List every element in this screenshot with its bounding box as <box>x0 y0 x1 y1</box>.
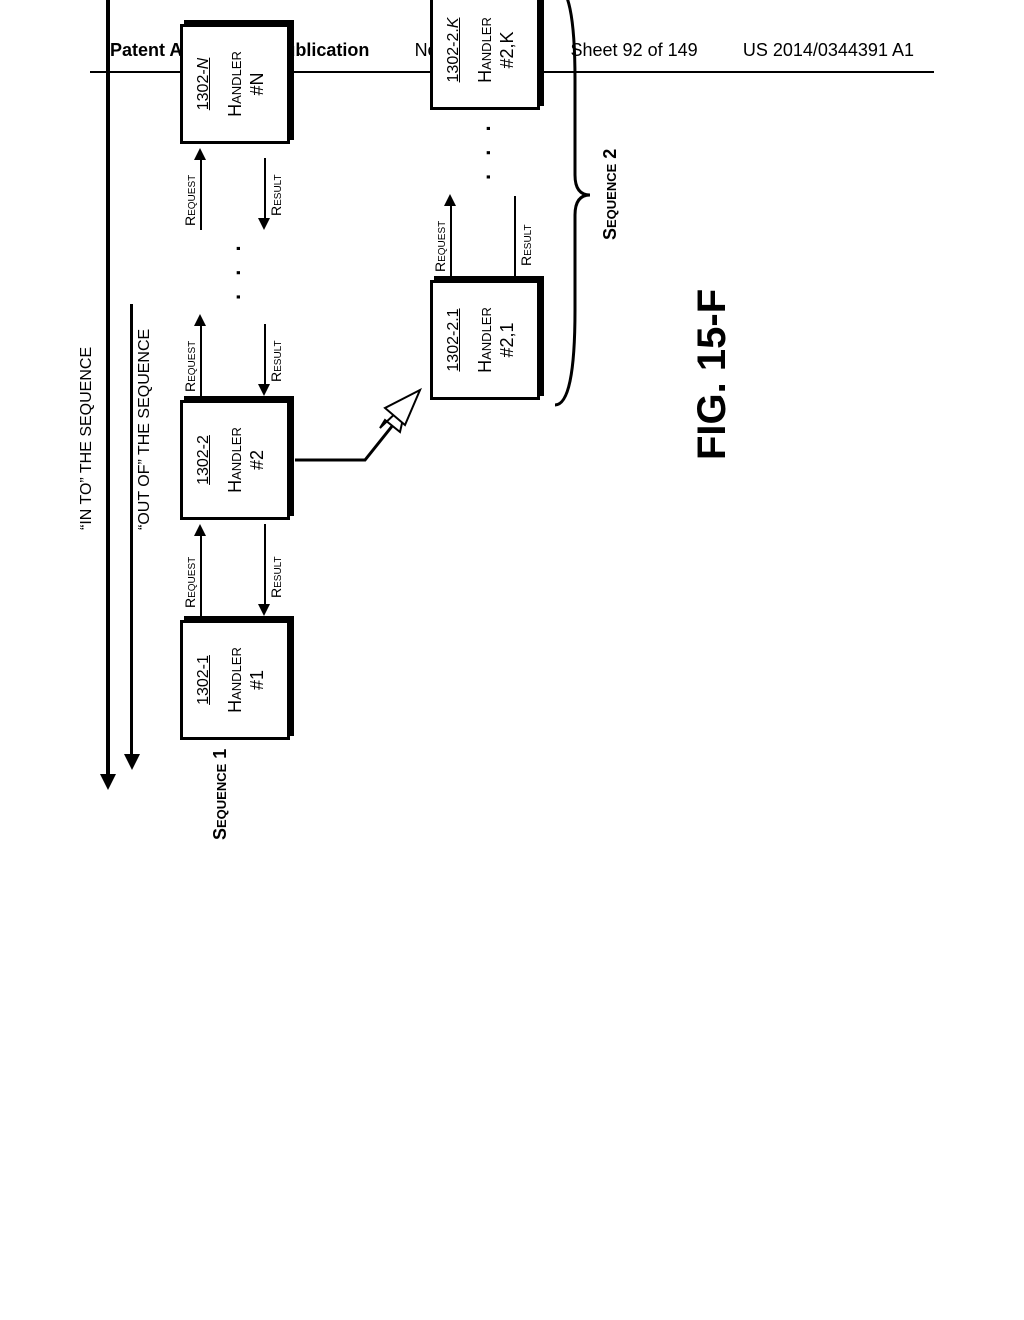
out-arrow-head-icon <box>100 774 116 790</box>
handler-1-box: 1302-1 Handler #1 <box>180 620 290 740</box>
res-line-21 <box>514 196 516 276</box>
result-arrow-n-icon <box>258 218 270 230</box>
handler-2k-name: Handler #2,K <box>475 0 518 107</box>
req-line-n <box>200 160 202 230</box>
res-line-2 <box>264 324 266 384</box>
handler-2k-ref: 1302-2.K <box>445 0 463 107</box>
rotated-content: “IN TO” THE SEQUENCE “OUT OF” THE SEQUEN… <box>100 0 860 830</box>
dots-seq1: . . . <box>220 239 246 300</box>
result-label-2: Result <box>268 340 284 382</box>
callout-arrow-icon <box>295 360 425 480</box>
out-arrow-line <box>130 304 133 754</box>
handler-2-ref: 1302-2 <box>195 403 213 517</box>
req-line-1 <box>200 536 202 616</box>
handler-21-ref: 1302-2.1 <box>445 283 463 397</box>
result-label-21: Result <box>518 224 534 266</box>
handler-n-box: 1302-N Handler #N <box>180 24 290 144</box>
handler-1-ref: 1302-1 <box>195 623 213 737</box>
handler-21-name: Handler #2,1 <box>475 283 518 397</box>
request-label-1: Request <box>182 557 198 608</box>
handler-2-name: Handler #2 <box>225 403 268 517</box>
req-arrow-1-icon <box>194 524 206 536</box>
handler-21-box: 1302-2.1 Handler #2,1 <box>430 280 540 400</box>
out-sequence-label: “OUT OF” THE SEQUENCE <box>136 329 154 530</box>
res-line-1 <box>264 524 266 604</box>
handler-2k-box: 1302-2.K Handler #2,K <box>430 0 540 110</box>
result-label-n: Result <box>268 174 284 216</box>
diagram: “IN TO” THE SEQUENCE “OUT OF” THE SEQUEN… <box>100 170 860 1120</box>
request-label-21: Request <box>432 221 448 272</box>
result-arrow-1-icon <box>258 604 270 616</box>
handler-n-ref: 1302-N <box>195 27 213 141</box>
req-arrow-21-icon <box>444 194 456 206</box>
result-label-1: Result <box>268 556 284 598</box>
req-arrow-2-icon <box>194 314 206 326</box>
req-arrow-n-icon <box>194 148 206 160</box>
figure-label: FIG. 15-F <box>690 289 735 460</box>
request-label-2: Request <box>182 341 198 392</box>
in-sequence-label: “IN TO” THE SEQUENCE <box>78 347 96 530</box>
out-arrow-head2-icon <box>124 754 140 770</box>
brace-icon <box>550 0 600 410</box>
dots-seq2: . . . <box>470 119 496 180</box>
result-arrow-2-icon <box>258 384 270 396</box>
in-arrow-line <box>106 0 110 774</box>
req-line-2 <box>200 326 202 396</box>
req-line-21 <box>450 206 452 276</box>
res-line-n <box>264 158 266 218</box>
sequence-1-label: Sequence 1 <box>210 749 231 840</box>
handler-2-box: 1302-2 Handler #2 <box>180 400 290 520</box>
handler-1-name: Handler #1 <box>225 623 268 737</box>
sequence-2-label: Sequence 2 <box>600 149 621 240</box>
handler-n-name: Handler #N <box>225 27 268 141</box>
request-label-n: Request <box>182 175 198 226</box>
